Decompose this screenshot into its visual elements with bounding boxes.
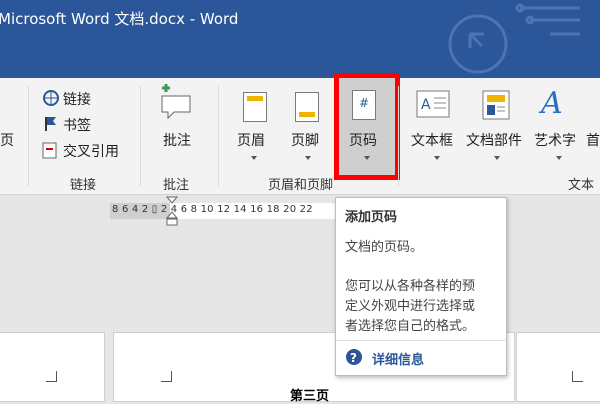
tooltip-desc-line: 者选择您自己的格式。: [345, 319, 476, 334]
bookmark-flag-icon: [45, 117, 56, 131]
svg-text:?: ?: [350, 351, 357, 365]
page-number-glyph: #: [359, 96, 370, 110]
title-bar-decoration: [448, 3, 580, 74]
text-group-label: 文本: [568, 178, 595, 193]
header-footer-group-label: 页眉和页脚: [268, 178, 334, 193]
tooltip-link-label: 详细信息: [372, 353, 425, 368]
text-box-dropdown-arrow: [434, 156, 440, 160]
wordart-icon: A: [541, 86, 563, 121]
page-number-label: 页码: [349, 133, 377, 149]
cross-reference-label: 交叉引用: [63, 144, 119, 160]
window-title: Microsoft Word 文档.docx - Word: [0, 10, 239, 28]
ribbon-partial-label: 页: [0, 133, 14, 149]
tooltip-desc-line: 定义外观中进行选择或: [345, 299, 476, 314]
tooltip-desc-line: 您可以从各种各样的预: [345, 279, 476, 294]
document-page-right[interactable]: [516, 332, 600, 402]
footer-dropdown-arrow: [305, 156, 311, 160]
wordart-label: 艺术字: [534, 133, 576, 149]
tooltip-line1: 文档的页码。: [345, 240, 424, 255]
page-number-dropdown-arrow: [364, 156, 370, 160]
help-circle-icon: ?: [346, 349, 362, 365]
wordart-dropdown-arrow: [556, 156, 562, 160]
footer-label: 页脚: [291, 133, 319, 149]
cross-reference-icon: [42, 142, 57, 159]
header-icon: [243, 92, 267, 122]
quick-parts-dropdown-arrow: [494, 156, 500, 160]
comment-icon: [161, 84, 191, 120]
page-number-button[interactable]: # 页码: [334, 73, 400, 180]
comments-group-label: 批注: [163, 178, 190, 193]
indent-marker[interactable]: [166, 196, 178, 228]
text-box-icon: A: [416, 90, 450, 118]
link-label: 链接: [63, 92, 91, 108]
header-label: 页眉: [237, 133, 265, 149]
footer-icon: [295, 92, 319, 122]
bookmark-label: 书签: [63, 118, 91, 134]
page-text: 第三页: [290, 389, 330, 404]
tooltip-title: 添加页码: [345, 210, 398, 225]
comment-label: 批注: [163, 133, 191, 149]
ribbon: 页 链接 书签 交叉引用 链接 批注 批注 页眉 页脚 # 页码 页眉和页脚 A…: [0, 73, 600, 195]
document-page-left[interactable]: [0, 332, 105, 402]
title-bar: Microsoft Word 文档.docx - Word: [0, 0, 600, 78]
quick-parts-icon: [482, 90, 510, 120]
svg-text:A: A: [421, 97, 431, 113]
ruler-numbers: 8 6 4 2 ▯ 2 4 6 8 10 12 14 16 18 20 22: [112, 204, 313, 215]
quick-parts-label: 文档部件: [466, 133, 522, 149]
page-number-tooltip: 添加页码 文档的页码。 您可以从各种各样的预 定义外观中进行选择或 者选择您自己…: [335, 197, 507, 376]
page-number-icon: #: [352, 90, 376, 120]
links-group-label: 链接: [70, 178, 97, 193]
link-icon: [43, 90, 59, 106]
drop-cap-label-partial: 首: [586, 133, 600, 149]
header-dropdown-arrow: [251, 156, 257, 160]
text-box-label: 文本框: [411, 133, 453, 149]
